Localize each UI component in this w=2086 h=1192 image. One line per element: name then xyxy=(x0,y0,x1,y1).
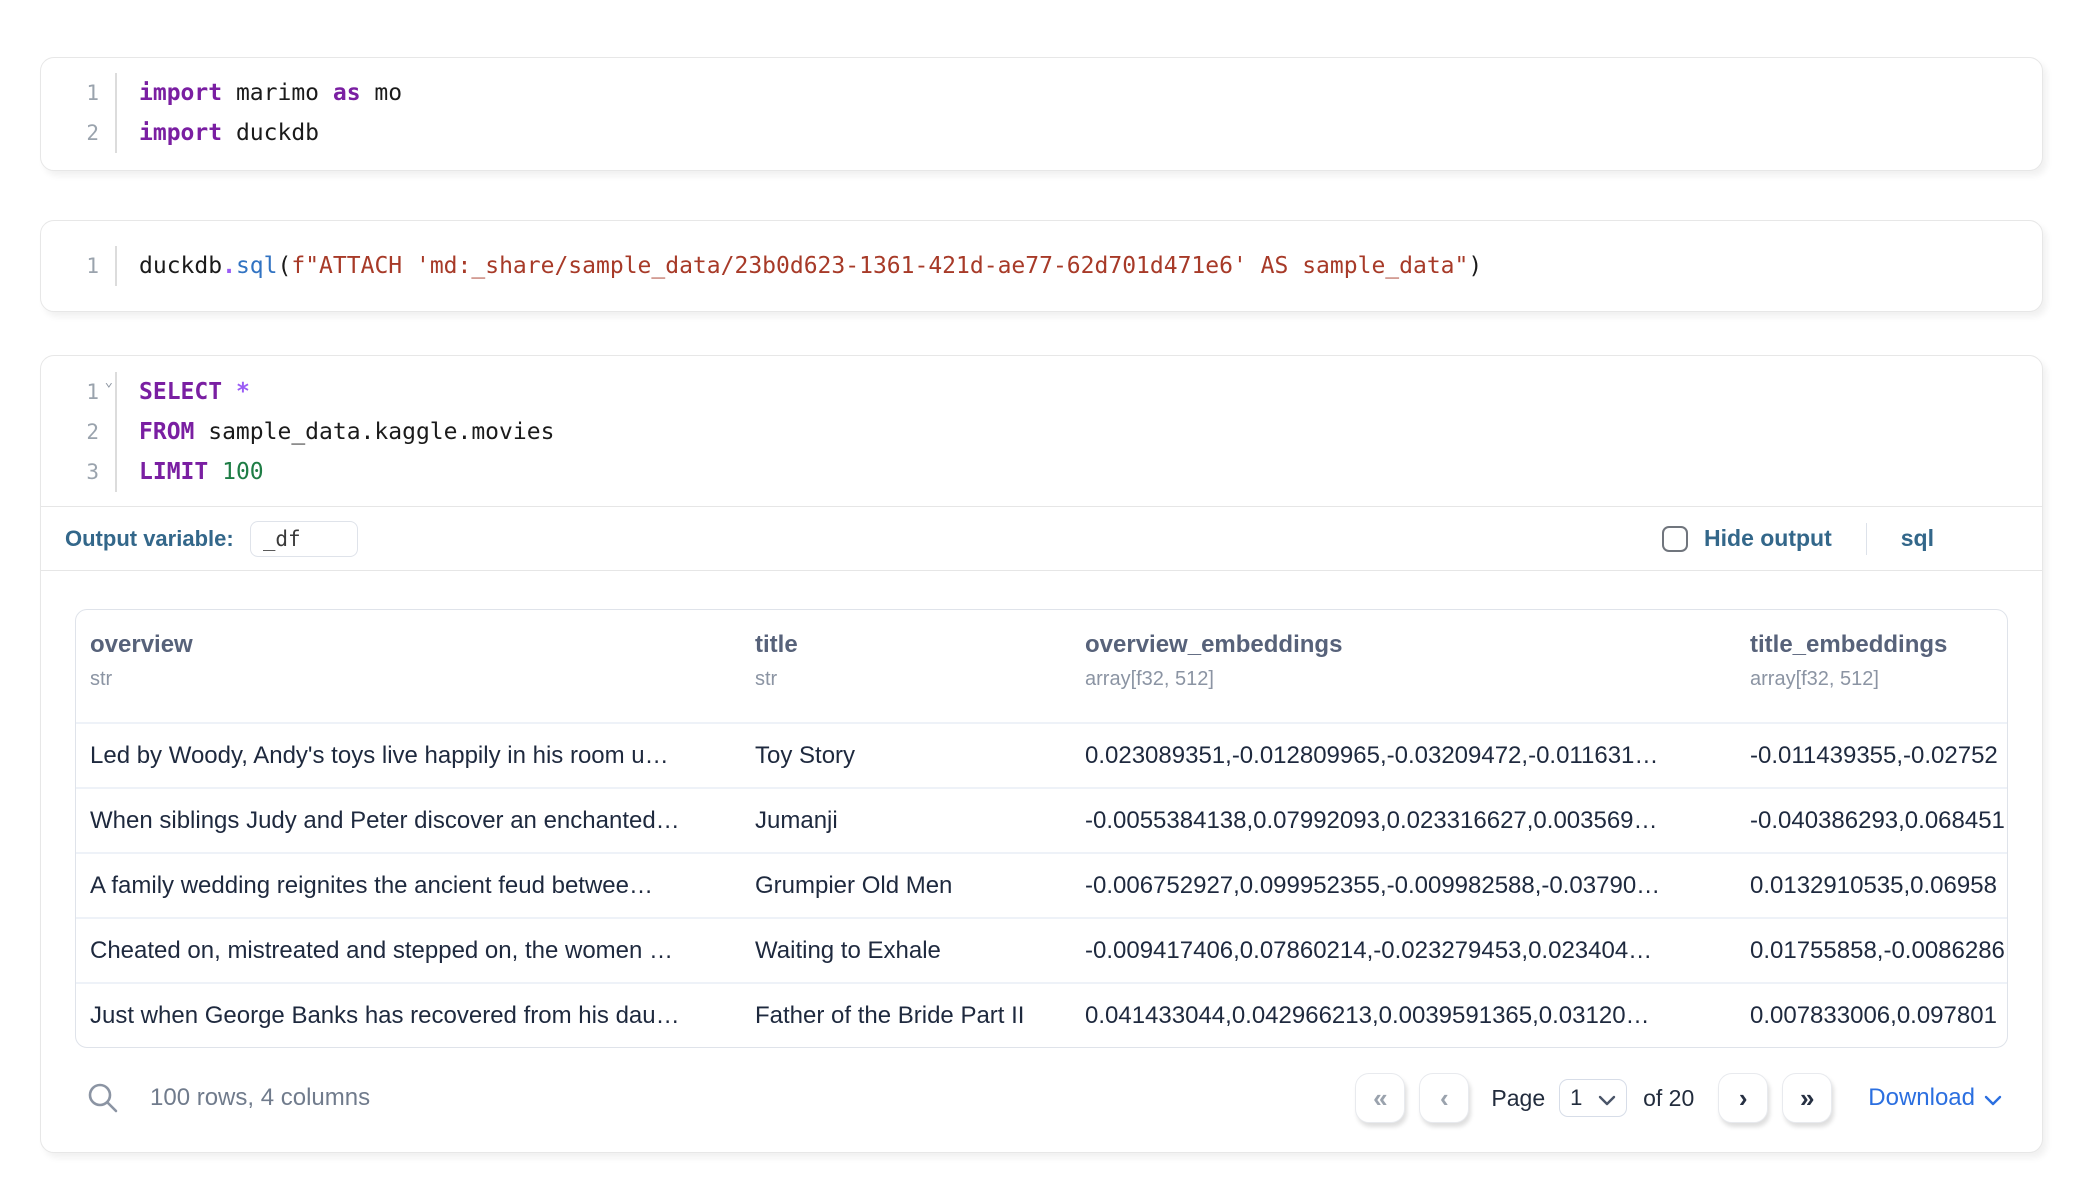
download-button[interactable]: Download xyxy=(1868,1084,2002,1112)
cell-title: Jumanji xyxy=(741,807,1071,835)
cell-overview-embeddings: -0.006752927,0.099952355,-0.009982588,-0… xyxy=(1071,872,1736,900)
column-header-title[interactable]: title xyxy=(755,631,1051,659)
cell-title: Toy Story xyxy=(741,742,1071,770)
cell-title: Waiting to Exhale xyxy=(741,937,1071,965)
code-cell-imports: 1 2 import marimo as mo import duckdb xyxy=(40,57,2043,171)
line-number: 2 xyxy=(41,412,99,452)
code-editor[interactable]: duckdb.sql(f"ATTACH 'md:_share/sample_da… xyxy=(117,246,1482,286)
last-page-button[interactable]: » xyxy=(1782,1073,1832,1123)
line-number-gutter: 1 2 xyxy=(41,73,117,153)
cell-overview: Just when George Banks has recovered fro… xyxy=(76,1002,741,1030)
table-row[interactable]: When siblings Judy and Peter discover an… xyxy=(76,787,2007,852)
cell-title-embeddings: 0.0132910535,0.06958 xyxy=(1736,872,2007,900)
column-header-title-embeddings[interactable]: title_embeddings xyxy=(1750,631,2007,659)
line-number: 1 xyxy=(41,246,99,286)
table-row[interactable]: Just when George Banks has recovered fro… xyxy=(76,982,2007,1047)
marimo-notebook: 1 2 import marimo as mo import duckdb 1 … xyxy=(0,0,2086,1192)
cell-overview: A family wedding reignites the ancient f… xyxy=(76,872,741,900)
cell-overview: Led by Woody, Andy's toys live happily i… xyxy=(76,742,741,770)
results-table: overview str title str overview_embeddin… xyxy=(75,609,2008,1048)
fold-chevron-icon[interactable]: ⌄ xyxy=(105,375,113,389)
divider xyxy=(1866,523,1867,555)
next-page-button[interactable]: › xyxy=(1718,1073,1768,1123)
output-variable-input[interactable] xyxy=(250,521,358,557)
chevron-down-icon xyxy=(1984,1095,2002,1106)
column-type: str xyxy=(90,668,721,691)
cell-title-embeddings: 0.007833006,0.097801 xyxy=(1736,1002,2007,1030)
line-number-gutter: 1 xyxy=(41,246,117,286)
cell-overview-embeddings: -0.009417406,0.07860214,-0.023279453,0.0… xyxy=(1071,937,1736,965)
pagination: « ‹ Page 1 of 20 › » Download xyxy=(1355,1073,2002,1123)
cell-overview: Cheated on, mistreated and stepped on, t… xyxy=(76,937,741,965)
cell-title-embeddings: -0.011439355,-0.02752 xyxy=(1736,742,2007,770)
row-count-summary: 100 rows, 4 columns xyxy=(150,1084,370,1112)
table-row[interactable]: Cheated on, mistreated and stepped on, t… xyxy=(76,917,2007,982)
page-number-value: 1 xyxy=(1570,1085,1589,1111)
code-line[interactable]: import marimo as mo xyxy=(139,73,402,113)
output-variable-label: Output variable: xyxy=(65,526,234,552)
output-variable-bar: Output variable: Hide output sql xyxy=(41,507,2042,571)
sql-cell: 1⌄ 2 3 SELECT * FROM sample_data.kaggle.… xyxy=(40,355,2043,1153)
code-line[interactable]: duckdb.sql(f"ATTACH 'md:_share/sample_da… xyxy=(139,246,1482,286)
hide-output-label[interactable]: Hide output xyxy=(1704,525,1832,552)
table-row[interactable]: Led by Woody, Andy's toys live happily i… xyxy=(76,722,2007,787)
page-number-select[interactable]: 1 xyxy=(1559,1079,1627,1117)
table-header-row: overview str title str overview_embeddin… xyxy=(76,610,2007,722)
hide-output-checkbox[interactable] xyxy=(1662,526,1688,552)
page-label: Page xyxy=(1491,1085,1545,1112)
download-label: Download xyxy=(1868,1084,1975,1112)
first-page-button[interactable]: « xyxy=(1355,1073,1405,1123)
cell-title: Father of the Bride Part II xyxy=(741,1002,1071,1030)
search-icon[interactable] xyxy=(86,1081,120,1115)
code-line[interactable]: FROM sample_data.kaggle.movies xyxy=(139,412,554,452)
sql-editor[interactable]: SELECT * FROM sample_data.kaggle.movies … xyxy=(117,372,554,492)
column-type: array[f32, 512] xyxy=(1750,668,2007,691)
page-total-label: of 20 xyxy=(1643,1085,1694,1112)
cell-overview-embeddings: -0.0055384138,0.07992093,0.023316627,0.0… xyxy=(1071,807,1736,835)
line-number: 2 xyxy=(41,113,99,153)
column-header-overview[interactable]: overview xyxy=(90,631,721,659)
code-line[interactable]: LIMIT 100 xyxy=(139,452,554,492)
line-number: 1⌄ xyxy=(41,372,99,412)
code-editor[interactable]: import marimo as mo import duckdb xyxy=(117,73,402,153)
line-number: 3 xyxy=(41,452,99,492)
code-line[interactable]: import duckdb xyxy=(139,113,402,153)
table-row[interactable]: A family wedding reignites the ancient f… xyxy=(76,852,2007,917)
cell-overview-embeddings: 0.023089351,-0.012809965,-0.03209472,-0.… xyxy=(1071,742,1736,770)
table-footer: 100 rows, 4 columns « ‹ Page 1 of 20 › » xyxy=(86,1072,2002,1124)
cell-overview: When siblings Judy and Peter discover an… xyxy=(76,807,741,835)
code-line[interactable]: SELECT * xyxy=(139,372,554,412)
cell-overview-embeddings: 0.041433044,0.042966213,0.0039591365,0.0… xyxy=(1071,1002,1736,1030)
column-type: array[f32, 512] xyxy=(1085,668,1716,691)
prev-page-button[interactable]: ‹ xyxy=(1419,1073,1469,1123)
line-number: 1 xyxy=(41,73,99,113)
cell-title-embeddings: 0.01755858,-0.0086286 xyxy=(1736,937,2007,965)
code-cell-attach: 1 duckdb.sql(f"ATTACH 'md:_share/sample_… xyxy=(40,220,2043,312)
line-number-gutter: 1⌄ 2 3 xyxy=(41,372,117,492)
column-type: str xyxy=(755,668,1051,691)
cell-title: Grumpier Old Men xyxy=(741,872,1071,900)
language-badge: sql xyxy=(1901,525,1934,552)
cell-title-embeddings: -0.040386293,0.068451 xyxy=(1736,807,2007,835)
column-header-overview-embeddings[interactable]: overview_embeddings xyxy=(1085,631,1716,659)
chevron-down-icon xyxy=(1598,1095,1616,1106)
